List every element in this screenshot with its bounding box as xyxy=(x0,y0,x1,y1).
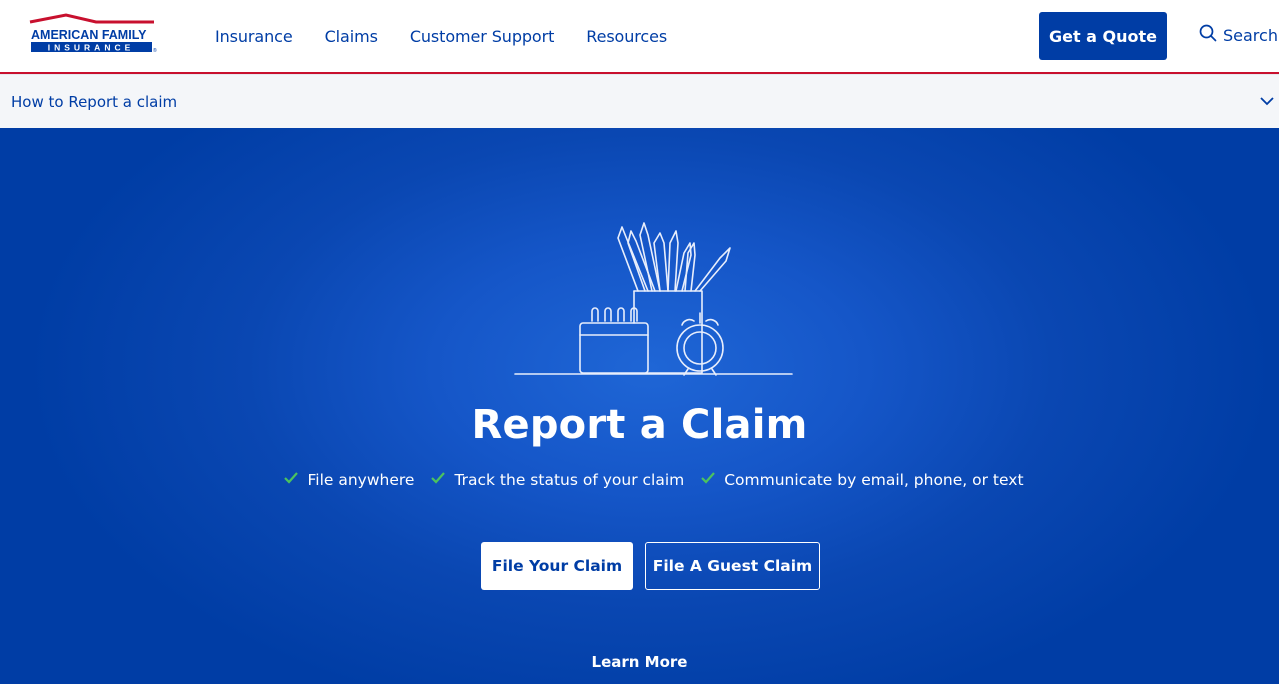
hero-section: Report a Claim File anywhere Track the s… xyxy=(0,128,1279,684)
registered-mark: ® xyxy=(153,47,157,54)
nav-claims[interactable]: Claims xyxy=(325,27,378,46)
check-icon xyxy=(283,471,299,489)
search-label: Search xyxy=(1223,25,1278,45)
feature-label: File anywhere xyxy=(307,471,415,489)
american-family-logo[interactable]: AMERICAN FAMILY INSURANCE ® xyxy=(28,13,160,55)
site-header: AMERICAN FAMILY INSURANCE ® Insurance Cl… xyxy=(0,0,1279,74)
feature-item: Communicate by email, phone, or text xyxy=(700,471,1024,489)
nav-insurance[interactable]: Insurance xyxy=(215,27,293,46)
desk-illustration xyxy=(510,213,800,383)
main-nav: Insurance Claims Customer Support Resour… xyxy=(215,0,667,72)
feature-label: Communicate by email, phone, or text xyxy=(724,471,1024,489)
hero-actions: File Your Claim File A Guest Claim xyxy=(481,542,820,590)
learn-more-link[interactable]: Learn More xyxy=(0,653,1279,671)
chevron-down-icon[interactable] xyxy=(1259,93,1275,112)
file-your-claim-button[interactable]: File Your Claim xyxy=(481,542,633,590)
page-jump-nav[interactable]: How to Report a claim xyxy=(0,74,1279,128)
get-a-quote-button[interactable]: Get a Quote xyxy=(1039,12,1167,60)
search-button[interactable]: Search xyxy=(1199,24,1278,46)
check-icon xyxy=(430,471,446,489)
check-icon xyxy=(700,471,716,489)
hero-title: Report a Claim xyxy=(471,402,808,448)
file-guest-claim-button[interactable]: File A Guest Claim xyxy=(645,542,820,590)
nav-resources[interactable]: Resources xyxy=(586,27,667,46)
page-jump-label: How to Report a claim xyxy=(11,92,178,111)
logo-text-top: AMERICAN FAMILY xyxy=(31,28,147,42)
feature-item: Track the status of your claim xyxy=(430,471,684,489)
nav-customer-support[interactable]: Customer Support xyxy=(410,27,555,46)
feature-list: File anywhere Track the status of your c… xyxy=(0,471,1279,489)
search-icon xyxy=(1199,24,1217,46)
feature-item: File anywhere xyxy=(283,471,414,489)
logo-text-bottom: INSURANCE xyxy=(48,43,135,53)
feature-label: Track the status of your claim xyxy=(454,471,685,489)
